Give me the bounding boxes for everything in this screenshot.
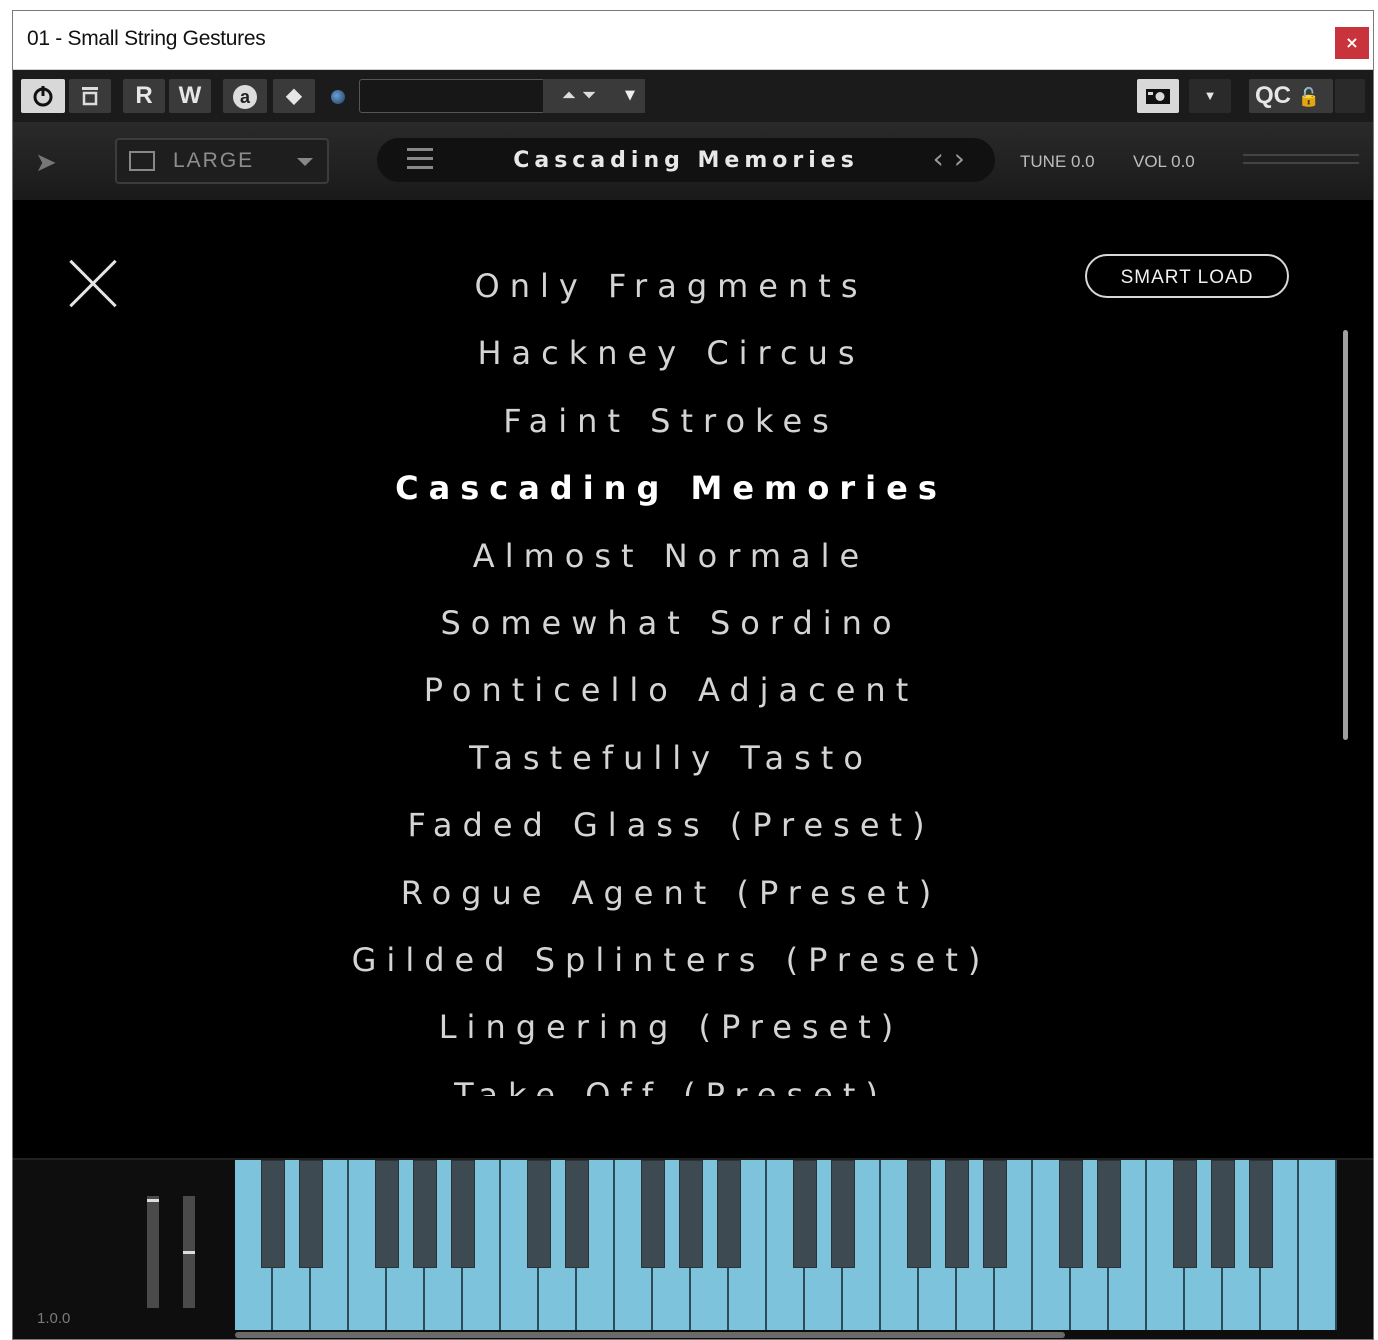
camera-icon: [1146, 89, 1170, 104]
camera-button[interactable]: [1137, 79, 1179, 113]
black-key[interactable]: [261, 1160, 285, 1268]
preset-list-scrollbar[interactable]: [1343, 330, 1348, 740]
size-label: LARGE: [173, 149, 255, 172]
preset-nav-arrows[interactable]: ‹›: [933, 142, 975, 175]
window-title: 01 - Small String Gestures: [27, 27, 266, 50]
window-close-button[interactable]: ×: [1335, 27, 1369, 59]
power-icon: [33, 86, 53, 107]
preset-list-item[interactable]: Ponticello Adjacent: [13, 662, 1329, 729]
black-key[interactable]: [1249, 1160, 1273, 1268]
slider-handle[interactable]: [147, 1199, 159, 1203]
caret-down-icon: ▼: [625, 88, 635, 103]
plugin-header: ➤ LARGE Cascading Memories ‹› TUNE 0.0 V…: [13, 122, 1373, 200]
piano-keyboard[interactable]: [235, 1160, 1337, 1330]
tune-readout[interactable]: TUNE 0.0: [1020, 152, 1095, 172]
black-key[interactable]: [983, 1160, 1007, 1268]
mod-wheel-slider[interactable]: [183, 1196, 195, 1308]
extra-button[interactable]: [1335, 79, 1365, 113]
read-automation-button[interactable]: R: [123, 79, 165, 113]
black-key[interactable]: [641, 1160, 665, 1268]
preset-browser: SMART LOAD Only Fragments Hackney Circus F…: [13, 200, 1373, 1158]
arrow-down-icon[interactable]: ⏷: [582, 85, 596, 106]
host-toolbar: R W a ◆ ⏶ ⏷ ▼ ▼ QC 🔓: [13, 70, 1373, 122]
caret-down-icon: ▼: [1203, 88, 1217, 103]
black-key[interactable]: [679, 1160, 703, 1268]
preset-selector[interactable]: Cascading Memories ‹›: [377, 138, 995, 182]
black-key[interactable]: [1173, 1160, 1197, 1268]
arrow-left-icon: ◆: [286, 85, 302, 107]
preset-list-item[interactable]: Hackney Circus: [13, 325, 1329, 392]
preset-dropdown-button[interactable]: ▼: [615, 79, 645, 113]
preset-list: Only Fragments Hackney Circus Faint Stroke…: [13, 258, 1329, 1096]
black-key[interactable]: [1097, 1160, 1121, 1268]
black-key[interactable]: [451, 1160, 475, 1268]
black-key[interactable]: [565, 1160, 589, 1268]
arrow-up-icon[interactable]: ⏶: [562, 85, 576, 106]
compare-icon: [82, 87, 98, 106]
black-key[interactable]: [375, 1160, 399, 1268]
preset-list-item[interactable]: Gilded Splinters (Preset): [13, 932, 1329, 999]
preset-list-item[interactable]: Somewhat Sordino: [13, 595, 1329, 662]
pitch-bend-slider[interactable]: [147, 1196, 159, 1308]
preset-list-item[interactable]: Rogue Agent (Preset): [13, 865, 1329, 932]
bird-logo-icon: ➤: [35, 148, 57, 178]
level-meter: [1243, 154, 1359, 168]
a-icon: a: [233, 85, 257, 109]
activity-led-icon: [331, 90, 345, 104]
white-key[interactable]: [1299, 1160, 1337, 1330]
preset-step-buttons[interactable]: ⏶ ⏷: [543, 79, 615, 113]
black-key[interactable]: [717, 1160, 741, 1268]
compare-button[interactable]: [69, 79, 111, 113]
write-automation-button[interactable]: W: [169, 79, 211, 113]
power-button[interactable]: [21, 79, 65, 113]
preset-list-item[interactable]: Faded Glass (Preset): [13, 797, 1329, 864]
resize-icon: [129, 151, 155, 171]
chevron-right-icon[interactable]: ›: [954, 142, 975, 175]
plugin-window: 01 - Small String Gestures × R W a ◆ ⏶ ⏷…: [12, 10, 1374, 1340]
black-key[interactable]: [831, 1160, 855, 1268]
black-key[interactable]: [1059, 1160, 1083, 1268]
lock-icon: 🔓: [1297, 87, 1321, 107]
caret-down-icon: [297, 158, 313, 166]
volume-readout[interactable]: VOL 0.0: [1133, 152, 1195, 172]
options-dropdown-button[interactable]: ▼: [1189, 79, 1231, 113]
preset-list-item[interactable]: Only Fragments: [13, 258, 1329, 325]
preset-list-item[interactable]: Lingering (Preset): [13, 999, 1329, 1066]
slider-handle[interactable]: [183, 1250, 195, 1254]
host-preset-field[interactable]: [359, 79, 545, 113]
title-bar: 01 - Small String Gestures ×: [13, 11, 1373, 70]
chevron-left-icon[interactable]: ‹: [933, 142, 954, 175]
qc-button[interactable]: QC 🔓: [1249, 79, 1333, 113]
preset-list-item[interactable]: Tastefully Tasto: [13, 730, 1329, 797]
keyboard-scrollbar[interactable]: [235, 1332, 1065, 1338]
preset-list-item[interactable]: Take Off (Preset): [13, 1067, 1329, 1096]
preset-list-item[interactable]: Almost Normale: [13, 528, 1329, 595]
black-key[interactable]: [945, 1160, 969, 1268]
size-select[interactable]: LARGE: [115, 138, 329, 184]
black-key[interactable]: [413, 1160, 437, 1268]
instrument-button[interactable]: a: [223, 79, 267, 113]
black-key[interactable]: [907, 1160, 931, 1268]
black-key[interactable]: [793, 1160, 817, 1268]
preset-list-item[interactable]: Cascading Memories: [13, 460, 1329, 527]
qc-label: QC: [1255, 82, 1291, 109]
keyboard-area: 1.0.0: [13, 1158, 1373, 1339]
black-key[interactable]: [527, 1160, 551, 1268]
black-key[interactable]: [1211, 1160, 1235, 1268]
midi-button[interactable]: ◆: [273, 79, 315, 113]
current-preset-name: Cascading Memories: [513, 148, 859, 173]
preset-list-item[interactable]: Faint Strokes: [13, 393, 1329, 460]
black-key[interactable]: [299, 1160, 323, 1268]
version-label: 1.0.0: [37, 1310, 71, 1327]
